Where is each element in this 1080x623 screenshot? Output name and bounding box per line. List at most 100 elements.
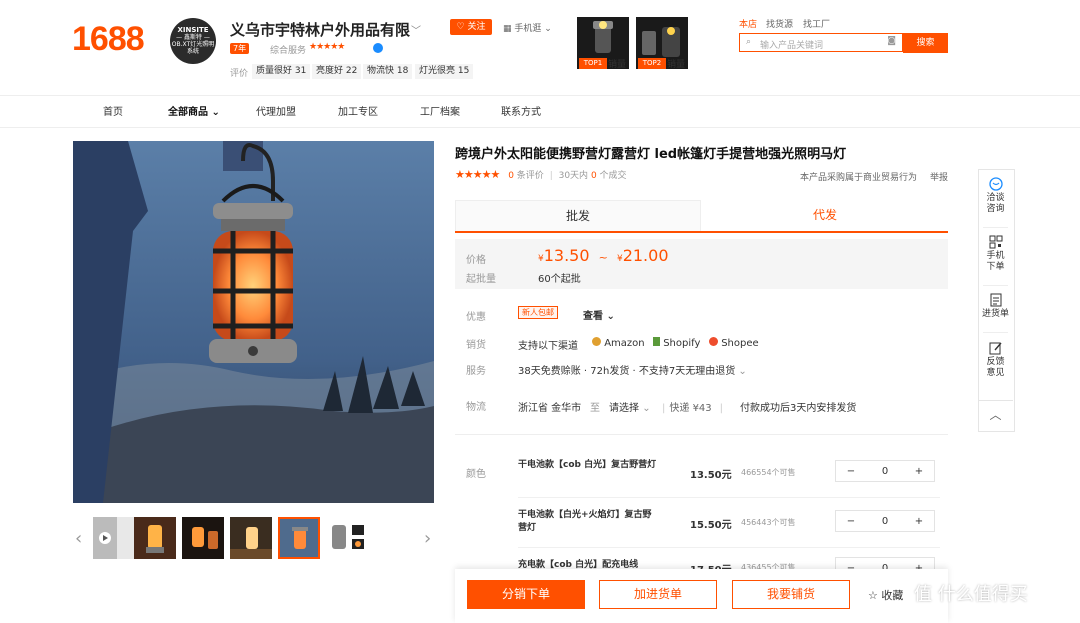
star-icon: ☆ bbox=[868, 589, 878, 602]
shop-avatar[interactable]: XINSITE — 鑫斯特 — OB.XT灯光照明系统 bbox=[170, 18, 216, 64]
promo-sold-label: 销量 bbox=[608, 60, 627, 70]
tag-label: 质量很好 bbox=[256, 66, 293, 76]
mobile-shop-link[interactable]: ▦ 手机逛 ⌄ bbox=[503, 21, 552, 34]
price-label: 价格 bbox=[466, 255, 486, 266]
review-label: 条评价 bbox=[516, 171, 544, 181]
eval-tag[interactable]: 物流快 18 bbox=[363, 64, 413, 79]
tag-label: 物流快 bbox=[367, 66, 395, 76]
quantity-stepper[interactable]: −0 + bbox=[835, 460, 935, 482]
report-link[interactable]: 举报 bbox=[930, 170, 948, 183]
sku-name: 干电池款【cob 白光】复古野营灯 bbox=[518, 460, 657, 470]
plus-button[interactable]: + bbox=[904, 466, 934, 477]
chevron-down-icon[interactable]: ﹀ bbox=[411, 22, 421, 37]
price-range: ¥13.50 ~ ¥21.00 bbox=[538, 246, 669, 265]
ship-from: 浙江省 金华市 bbox=[518, 403, 582, 414]
service-text[interactable]: 38天免费赊账 · 72h发货 · 不支持7天无理由退货 ⌄ bbox=[518, 362, 747, 377]
quantity-value[interactable]: 0 bbox=[870, 516, 900, 527]
product-title: 跨境户外太阳能便携野营灯露营灯 led帐篷灯手提营地强光照明马灯 bbox=[455, 147, 847, 162]
promo-sold-label: 销量 bbox=[667, 60, 686, 70]
side-cart[interactable]: 进货单 bbox=[978, 293, 1013, 320]
search-input[interactable]: ⌕ 输入产品关键词 ◙ bbox=[739, 33, 903, 52]
collect-label: 收藏 bbox=[881, 589, 904, 602]
camera-icon[interactable]: ◙ bbox=[887, 36, 896, 46]
thumbnail[interactable] bbox=[230, 517, 272, 559]
sku-name: 干电池款【白光+火焰灯】复古野营灯 bbox=[518, 510, 652, 533]
eval-tag[interactable]: 灯光很亮 15 bbox=[415, 64, 474, 79]
thumb-prev-arrow[interactable]: ‹ bbox=[75, 528, 82, 549]
service-label: 服务 bbox=[466, 366, 486, 377]
side-chat[interactable]: 洽谈咨询 bbox=[978, 177, 1013, 215]
link-find-source[interactable]: 找货源 bbox=[766, 17, 793, 30]
shopify-icon bbox=[653, 337, 660, 346]
link-this-shop[interactable]: 本店 bbox=[739, 17, 757, 30]
search-icon: ⌕ bbox=[746, 37, 752, 47]
service-rating-stars: ★★★★★ bbox=[309, 42, 345, 52]
search-button[interactable]: 搜索 bbox=[903, 33, 948, 53]
express-info: | 快递 ¥43 | bbox=[662, 403, 724, 414]
thumbnail[interactable] bbox=[134, 517, 176, 559]
supply-button[interactable]: 我要铺货 bbox=[732, 580, 850, 609]
chevron-down-icon: ⌄ bbox=[544, 24, 552, 34]
collect-button[interactable]: ☆ 收藏 bbox=[868, 587, 903, 603]
tab-dropship[interactable]: 代发 bbox=[702, 200, 948, 231]
color-label: 颜色 bbox=[466, 469, 486, 480]
nav-factory-archive[interactable]: 工厂档案 bbox=[420, 103, 460, 118]
promo-more-dropdown[interactable]: 查看 ⌄ bbox=[583, 307, 615, 322]
chevron-down-icon: ⌄ bbox=[606, 311, 615, 322]
review-count[interactable]: 0 bbox=[508, 171, 514, 181]
link-find-factory[interactable]: 找工厂 bbox=[803, 17, 830, 30]
moq-value: 60个起批 bbox=[538, 274, 581, 285]
add-to-cart-button[interactable]: 加进货单 bbox=[599, 580, 717, 609]
thumbnail[interactable] bbox=[326, 517, 368, 559]
side-mobile-order[interactable]: 手机下单 bbox=[978, 235, 1013, 273]
ship-note: 付款成功后3天内安排发货 bbox=[740, 403, 857, 414]
shop-name[interactable]: 义乌市宇特林户外用品有限 bbox=[230, 19, 410, 40]
main-product-image[interactable] bbox=[73, 141, 434, 503]
minus-button[interactable]: − bbox=[836, 516, 866, 527]
eval-tag[interactable]: 亮度好 22 bbox=[312, 64, 362, 79]
tab-wholesale[interactable]: 批发 bbox=[455, 200, 701, 231]
qrcode-icon bbox=[989, 235, 1002, 249]
ship-to-label: 至 bbox=[590, 403, 600, 414]
nav-agent[interactable]: 代理加盟 bbox=[256, 103, 296, 118]
follow-label: 关注 bbox=[467, 22, 486, 32]
nav-home[interactable]: 首页 bbox=[103, 103, 123, 118]
years-badge: 7年 bbox=[230, 43, 250, 54]
promo-more-label: 查看 bbox=[583, 311, 603, 322]
thumbnail-selected[interactable] bbox=[278, 517, 320, 559]
distribute-order-button[interactable]: 分销下单 bbox=[467, 580, 585, 609]
nav-contact[interactable]: 联系方式 bbox=[501, 103, 541, 118]
eval-tag[interactable]: 质量很好 31 bbox=[252, 64, 311, 79]
edit-icon bbox=[989, 342, 1002, 355]
trade-note: 本产品采购属于商业贸易行为 bbox=[800, 173, 918, 183]
price-box bbox=[455, 239, 948, 289]
service-text-value: 38天免费赊账 · 72h发货 · 不支持7天无理由退货 bbox=[518, 366, 736, 377]
amazon-icon bbox=[592, 337, 601, 346]
minus-button[interactable]: − bbox=[836, 466, 866, 477]
thumbnail[interactable] bbox=[182, 517, 224, 559]
thumb-next-arrow[interactable]: › bbox=[424, 528, 431, 549]
follow-button[interactable]: ♡ 关注 bbox=[450, 19, 492, 35]
plus-button[interactable]: + bbox=[904, 516, 934, 527]
ship-to-select[interactable]: 请选择 ⌄ bbox=[609, 399, 651, 414]
lantern-photo bbox=[73, 141, 434, 503]
tag-count: 18 bbox=[396, 66, 409, 76]
back-to-top-button[interactable]: ︿ bbox=[978, 400, 1013, 430]
promo-top-badge: TOP2 bbox=[638, 58, 666, 69]
verified-badge-icon bbox=[373, 43, 383, 53]
nav-all-products-label: 全部商品 bbox=[168, 107, 208, 118]
watermark-logo: 值 什么值得买 bbox=[914, 584, 1028, 605]
channel-text: 支持以下渠道 bbox=[518, 341, 578, 352]
quantity-stepper[interactable]: −0 + bbox=[835, 510, 935, 532]
quantity-value[interactable]: 0 bbox=[870, 466, 900, 477]
thumbnail-video[interactable] bbox=[93, 517, 135, 559]
side-divider bbox=[983, 332, 1008, 333]
deal-count: 0 bbox=[590, 171, 597, 181]
side-feedback[interactable]: 反馈意见 bbox=[978, 341, 1013, 379]
service-label: 综合服务 bbox=[270, 46, 307, 56]
side-label: 手机下单 bbox=[986, 251, 1005, 272]
nav-processing[interactable]: 加工专区 bbox=[338, 103, 378, 118]
nav-all-products[interactable]: 全部商品 ⌄ bbox=[168, 103, 220, 118]
thumbnail-image bbox=[93, 517, 135, 559]
site-logo[interactable]: 1688 bbox=[72, 20, 145, 59]
